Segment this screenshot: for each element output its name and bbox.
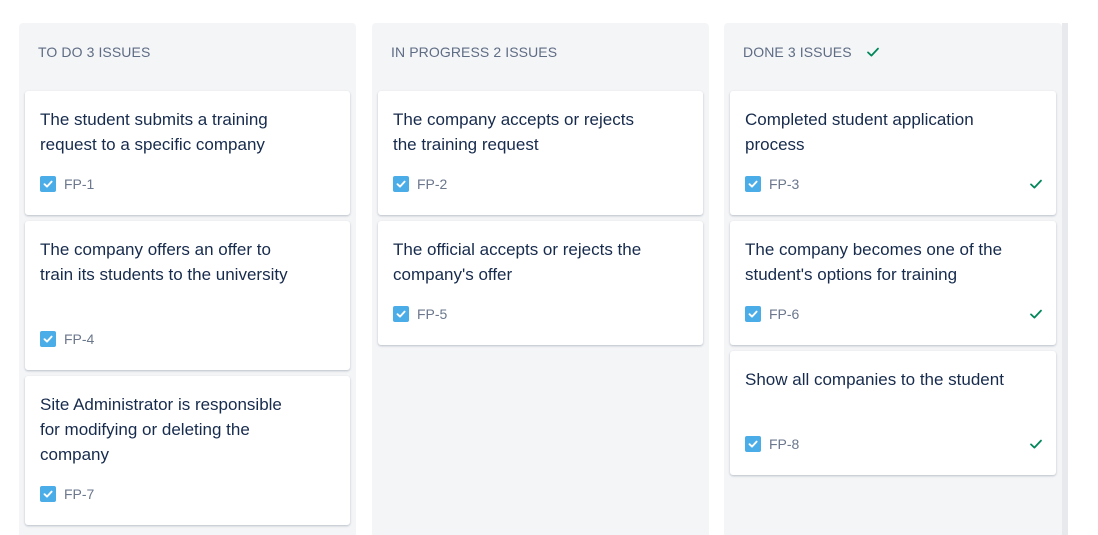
issue-meta: FP-3 (745, 176, 799, 192)
issue-summary: The company offers an offer to train its… (40, 240, 288, 284)
issue-key[interactable]: FP-1 (64, 176, 94, 192)
issue-meta: FP-1 (40, 176, 94, 192)
issue-summary: The company accepts or rejects the train… (393, 110, 634, 154)
task-checkbox-icon (745, 306, 761, 322)
horizontal-scroll-edge[interactable] (1062, 23, 1068, 535)
check-icon (1030, 439, 1042, 449)
task-checkbox-icon (40, 486, 56, 502)
check-icon (866, 47, 879, 57)
issue-key[interactable]: FP-2 (417, 176, 447, 192)
column-title: DONE 3 ISSUES (743, 44, 852, 60)
issue-summary: Completed student application process (745, 110, 974, 154)
issue-key[interactable]: FP-3 (769, 176, 799, 192)
issue-key[interactable]: FP-7 (64, 486, 94, 502)
column-header-done: DONE 3 ISSUES (743, 44, 880, 60)
issue-card-fp-5[interactable]: The official accepts or rejects the comp… (378, 221, 703, 345)
column-title: TO DO 3 ISSUES (38, 44, 151, 60)
issue-card-fp-3[interactable]: Completed student application process FP… (730, 91, 1056, 215)
issue-key[interactable]: FP-6 (769, 306, 799, 322)
issue-card-fp-6[interactable]: The company becomes one of the student's… (730, 221, 1056, 345)
issue-meta: FP-5 (393, 306, 447, 322)
task-checkbox-icon (393, 306, 409, 322)
issue-summary: Site Administrator is responsible for mo… (40, 395, 282, 464)
column-in-progress: IN PROGRESS 2 ISSUES The company accepts… (372, 23, 709, 535)
issue-meta: FP-8 (745, 436, 799, 452)
issue-key[interactable]: FP-4 (64, 331, 94, 347)
column-header-in-progress: IN PROGRESS 2 ISSUES (391, 44, 557, 60)
issue-card-fp-8[interactable]: Show all companies to the student FP-8 (730, 351, 1056, 475)
issue-key[interactable]: FP-5 (417, 306, 447, 322)
check-icon (1030, 179, 1042, 189)
issue-card-fp-2[interactable]: The company accepts or rejects the train… (378, 91, 703, 215)
column-header-todo: TO DO 3 ISSUES (38, 44, 150, 60)
task-checkbox-icon (745, 176, 761, 192)
task-checkbox-icon (40, 331, 56, 347)
task-checkbox-icon (745, 436, 761, 452)
issue-meta: FP-4 (40, 331, 94, 347)
issue-card-fp-1[interactable]: The student submits a training request t… (25, 91, 350, 215)
issue-card-fp-7[interactable]: Site Administrator is responsible for mo… (25, 376, 350, 525)
column-title: IN PROGRESS 2 ISSUES (391, 44, 558, 60)
issue-meta: FP-2 (393, 176, 447, 192)
issue-meta: FP-6 (745, 306, 799, 322)
kanban-board: TO DO 3 ISSUES The student submits a tra… (0, 0, 1098, 535)
issue-summary: The student submits a training request t… (40, 110, 268, 154)
issue-key[interactable]: FP-8 (769, 436, 799, 452)
column-todo: TO DO 3 ISSUES The student submits a tra… (19, 23, 356, 535)
task-checkbox-icon (40, 176, 56, 192)
issue-summary: The official accepts or rejects the comp… (393, 240, 642, 284)
issue-summary: Show all companies to the student (745, 370, 1004, 389)
task-checkbox-icon (393, 176, 409, 192)
issue-card-fp-4[interactable]: The company offers an offer to train its… (25, 221, 350, 370)
check-icon (1030, 309, 1042, 319)
issue-summary: The company becomes one of the student's… (745, 240, 1003, 284)
column-done: DONE 3 ISSUES Completed student applicat… (724, 23, 1062, 535)
issue-meta: FP-7 (40, 486, 94, 502)
